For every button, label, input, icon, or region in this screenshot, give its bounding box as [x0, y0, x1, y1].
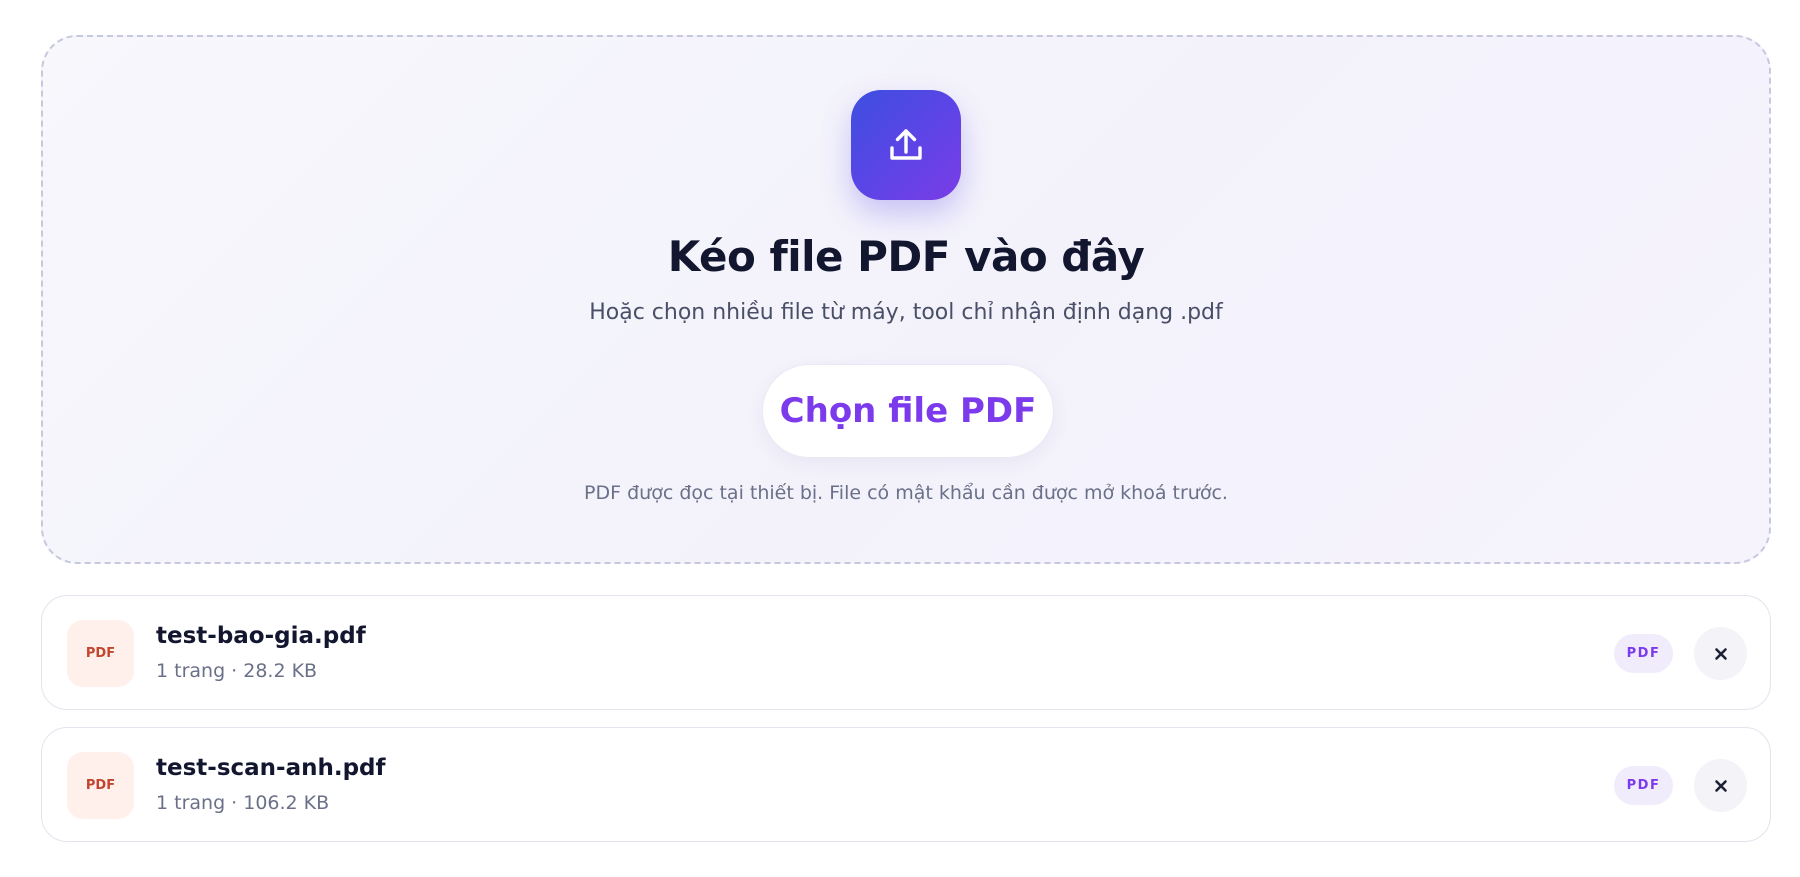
close-icon: [1714, 779, 1727, 792]
pdf-dropzone[interactable]: Kéo file PDF vào đây Hoặc chọn nhiều fil…: [41, 35, 1771, 564]
file-name: test-bao-gia.pdf: [156, 623, 366, 649]
file-type-badge: PDF: [1614, 634, 1673, 673]
file-type-badge: PDF: [1614, 766, 1673, 805]
file-meta: 1 trang · 106.2 KB: [156, 792, 330, 814]
pdf-file-icon: PDF: [67, 620, 134, 687]
pdf-file-icon: PDF: [67, 752, 134, 819]
upload-icon-badge: [851, 90, 961, 200]
privacy-note: PDF được đọc tại thiết bị. File có mật k…: [584, 482, 1228, 504]
remove-file-button[interactable]: [1694, 759, 1747, 812]
choose-pdf-button[interactable]: Chọn file PDF: [762, 364, 1054, 458]
close-icon: [1714, 647, 1727, 660]
dropzone-title: Kéo file PDF vào đây: [667, 232, 1145, 281]
file-name: test-scan-anh.pdf: [156, 755, 386, 781]
file-list-item: PDF test-bao-gia.pdf 1 trang · 28.2 KB P…: [41, 595, 1771, 710]
upload-icon: [890, 129, 922, 160]
file-list-item: PDF test-scan-anh.pdf 1 trang · 106.2 KB…: [41, 727, 1771, 842]
dropzone-subtitle: Hoặc chọn nhiều file từ máy, tool chỉ nh…: [589, 300, 1223, 325]
pdf-upload-page: Kéo file PDF vào đây Hoặc chọn nhiều fil…: [0, 0, 1800, 877]
remove-file-button[interactable]: [1694, 627, 1747, 680]
file-meta: 1 trang · 28.2 KB: [156, 660, 318, 682]
